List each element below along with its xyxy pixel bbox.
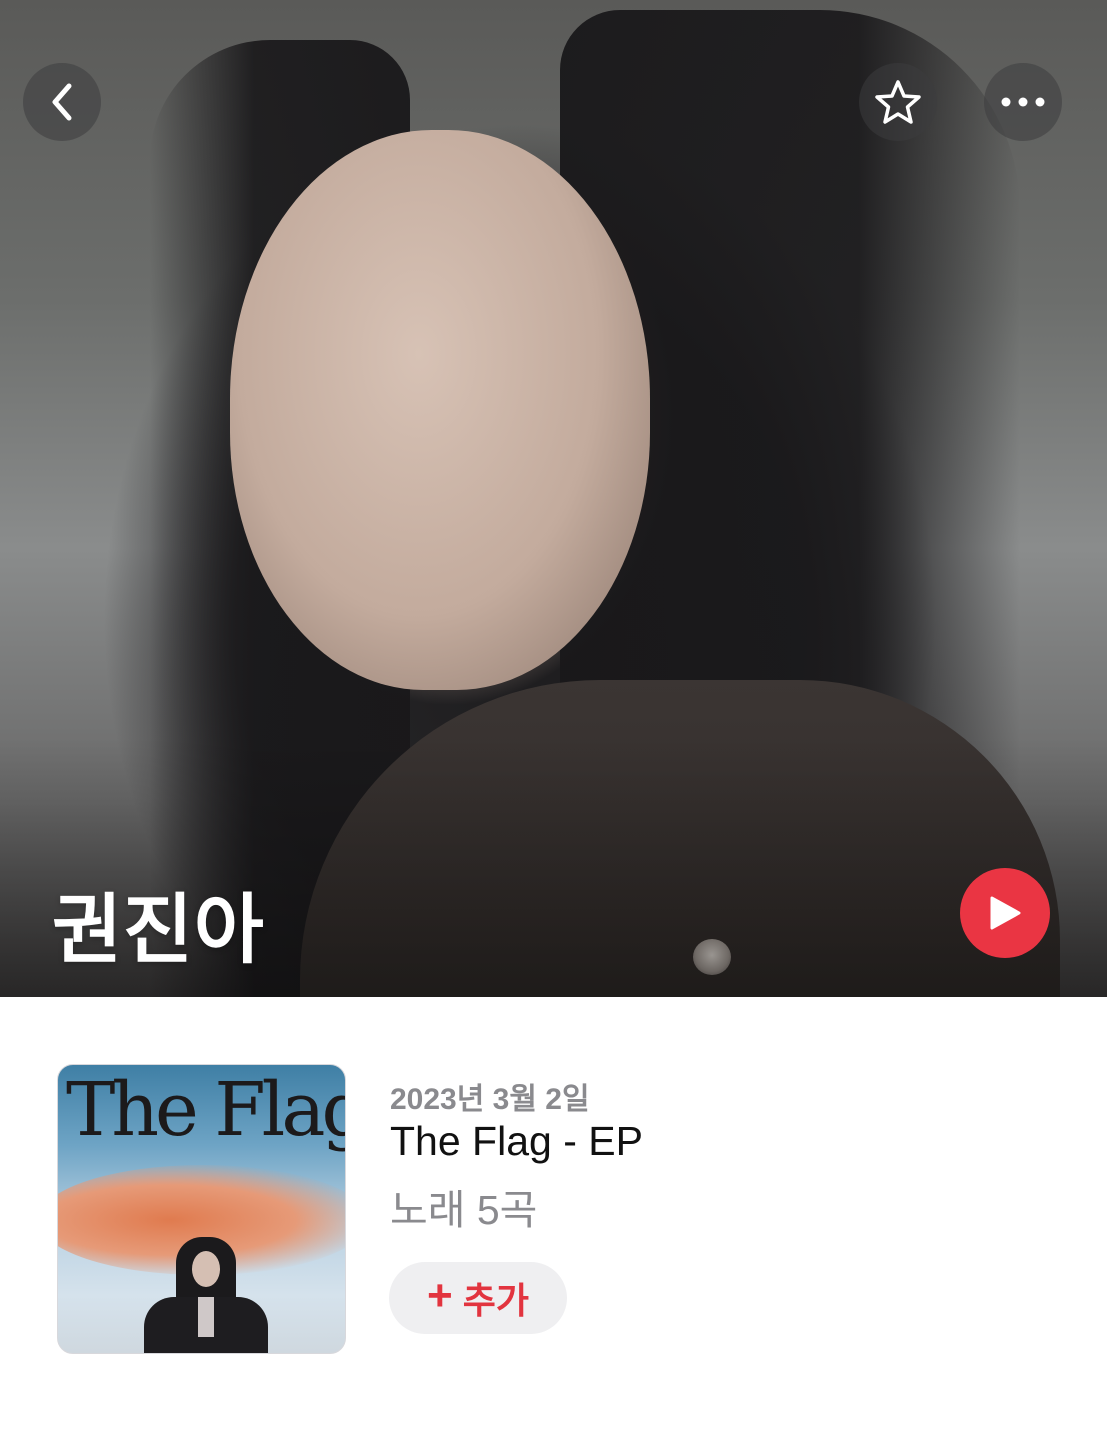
more-button[interactable]	[984, 63, 1062, 141]
back-button[interactable]	[23, 63, 101, 141]
play-icon	[990, 896, 1021, 930]
artist-name: 권진아	[52, 888, 265, 973]
artwork-figure-face	[192, 1251, 220, 1287]
add-button-label: 추가	[462, 1280, 529, 1321]
chevron-left-icon	[52, 83, 72, 121]
artwork-figure-scarf	[198, 1297, 214, 1337]
plus-icon: +	[427, 1271, 453, 1320]
artist-hero-image: 권진아	[0, 0, 1107, 997]
ellipsis-icon	[1001, 97, 1045, 107]
artwork-title-text: The Flag	[66, 1067, 346, 1153]
release-date: 2023년 3월 2일	[390, 1083, 590, 1116]
album-artwork[interactable]: The Flag	[57, 1064, 346, 1354]
favorite-button[interactable]	[859, 63, 937, 141]
star-icon	[875, 80, 921, 124]
hero-face	[230, 130, 650, 690]
album-title-link[interactable]: The Flag - EP	[390, 1118, 643, 1165]
play-button[interactable]	[960, 868, 1050, 958]
song-count: 노래 5곡	[390, 1187, 538, 1233]
add-button[interactable]: + 추가	[389, 1262, 567, 1334]
